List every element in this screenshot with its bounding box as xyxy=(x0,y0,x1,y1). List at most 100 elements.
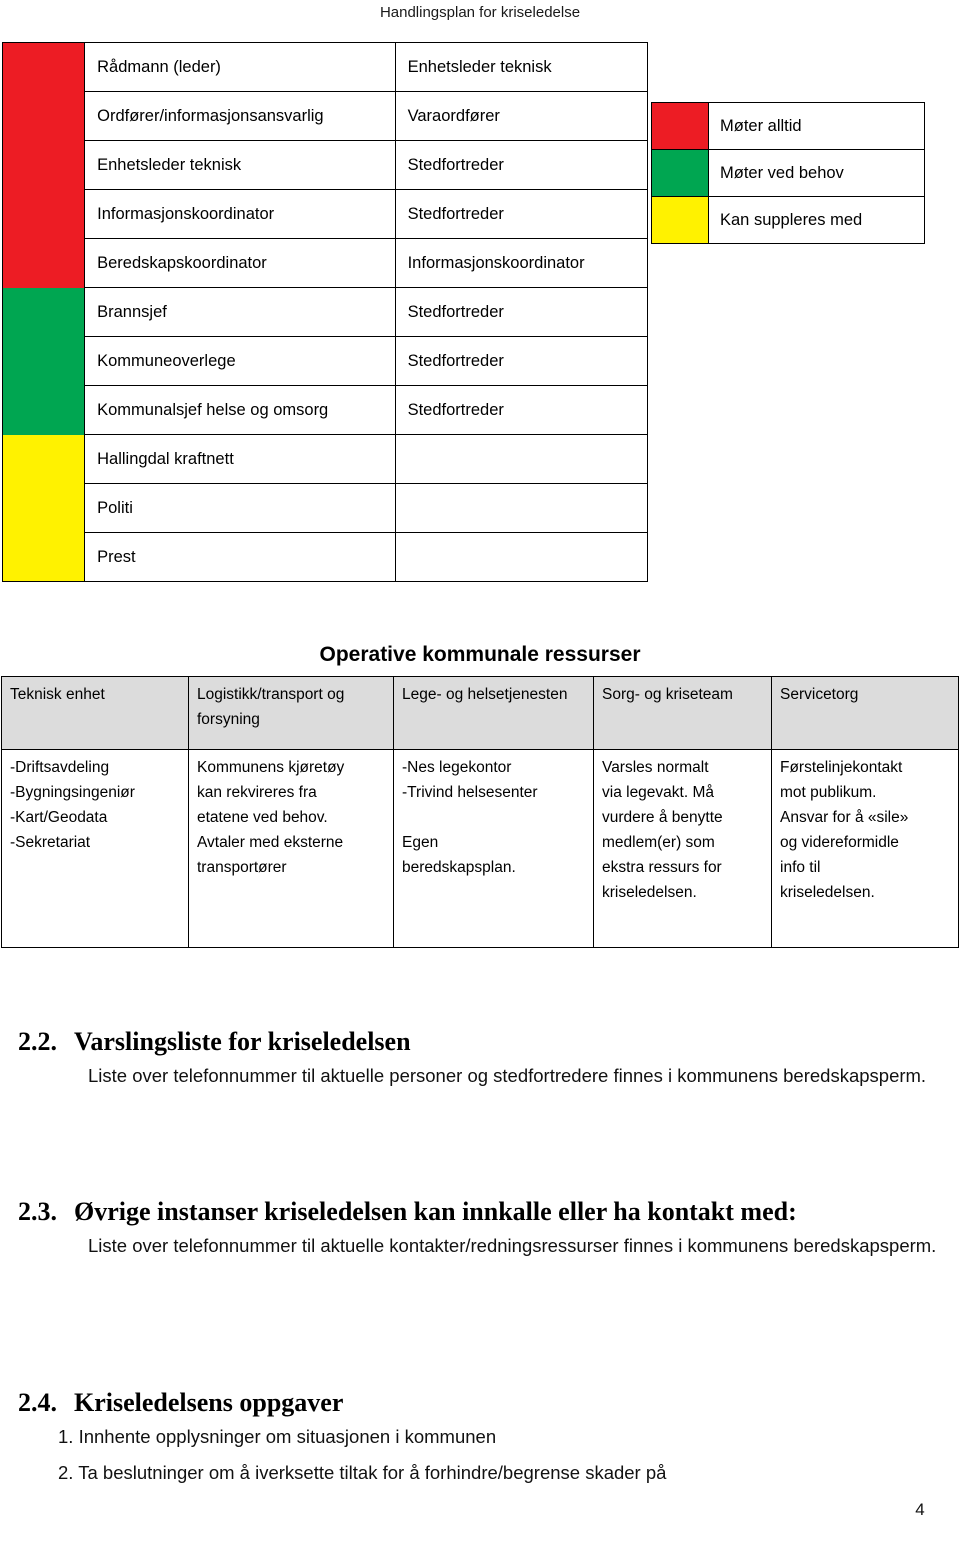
cell-line: og videreformidle xyxy=(780,834,899,851)
section-2-4: 2.4. Kriseledelsens oppgaver 1. Innhente … xyxy=(0,1387,960,1491)
ressurser-table-wrapper: Teknisk enhet Logistikk/transport og fors… xyxy=(1,676,959,948)
legend-table: Møter alltid Møter ved behov Kan suppleres… xyxy=(651,102,925,244)
cell-line: Varsles normalt xyxy=(602,759,709,776)
legend-row: Møter ved behov xyxy=(651,149,925,197)
deputy-cell xyxy=(394,532,649,582)
resource-cell: -Driftsavdeling -Bygningsingeniør -Kart/Ge… xyxy=(1,749,189,948)
deputy-cell: Stedfortreder xyxy=(394,336,649,386)
table-row: Informasjonskoordinator Stedfortreder xyxy=(1,189,649,239)
priority-swatch-red xyxy=(1,189,86,239)
ressurser-table: Teknisk enhet Logistikk/transport og fors… xyxy=(1,676,959,948)
cell-line: -Trivind helsesenter xyxy=(402,784,538,801)
table-row: Brannsjef Stedfortreder xyxy=(1,287,649,337)
cell-line: ekstra ressurs for xyxy=(602,859,722,876)
list-item: 1. Innhente opplysninger om situasjonen … xyxy=(58,1426,497,1447)
role-cell: Kommunalsjef helse og omsorg xyxy=(84,385,396,435)
legend-row: Kan suppleres med xyxy=(651,196,925,244)
deputy-cell xyxy=(394,483,649,533)
column-header: Servicetorg xyxy=(771,676,959,750)
priority-swatch-red xyxy=(1,238,86,288)
column-header: Sorg- og kriseteam xyxy=(593,676,772,750)
section-2-3: 2.3. Øvrige instanser kriseledelsen kan i… xyxy=(0,1196,960,1263)
section-2-2: 2.2. Varslingsliste for kriseledelsen Lis… xyxy=(0,1026,960,1093)
legend-swatch-yellow xyxy=(651,196,709,244)
cell-line: -Sekretariat xyxy=(10,834,91,851)
role-cell: Kommuneoverlege xyxy=(84,336,396,386)
ressurser-table-title: Operative kommunale ressurser xyxy=(319,643,641,666)
deputy-cell: Enhetsleder teknisk xyxy=(394,42,649,92)
role-cell: Informasjonskoordinator xyxy=(84,189,396,239)
legend-table-body: Møter alltid Møter ved behov Kan suppleres… xyxy=(651,102,925,244)
priority-swatch-red xyxy=(1,91,86,141)
section-2-3-body: Liste over telefonnummer til aktuelle ko… xyxy=(88,1235,937,1256)
ressurser-table-body: -Driftsavdeling -Bygningsingeniør -Kart/Ge… xyxy=(1,749,959,948)
section-2-2-heading: 2.2. Varslingsliste for kriseledelsen xyxy=(18,1026,960,1058)
role-cell: Rådmann (leder) xyxy=(84,42,396,92)
resource-cell: -Nes legekontor -Trivind helsesenter Egen b… xyxy=(393,749,594,948)
cell-line: medlem(er) som xyxy=(602,834,715,851)
cell-line: etatene ved behov. xyxy=(197,809,328,826)
section-2-4-list: 1. Innhente opplysninger om situasjonen … xyxy=(58,1419,960,1491)
list-item: 2. Ta beslutninger om å iverksette tilta… xyxy=(58,1462,667,1483)
legend-swatch-green xyxy=(651,149,709,197)
legend-label: Møter alltid xyxy=(708,102,925,150)
section-2-3-title: Øvrige instanser kriseledelsen kan innka… xyxy=(74,1197,797,1226)
cell-line: vurdere å benytte xyxy=(602,809,723,826)
deputy-cell: Informasjonskoordinator xyxy=(394,238,649,288)
legend-label: Møter ved behov xyxy=(708,149,925,197)
cell-line: kriseledelsen. xyxy=(602,884,697,901)
role-cell: Beredskapskoordinator xyxy=(84,238,396,288)
cell-line: -Kart/Geodata xyxy=(10,809,108,826)
cell-line: -Bygningsingeniør xyxy=(10,784,135,801)
cell-line: mot publikum. xyxy=(780,784,877,801)
cell-line: Kommunens kjøretøy xyxy=(197,759,345,776)
priority-swatch-yellow xyxy=(1,483,86,533)
section-2-4-title: Kriseledelsens oppgaver xyxy=(74,1388,344,1417)
table-row: Ordfører/informasjonsansvarlig Varaordfør… xyxy=(1,91,649,141)
cell-line: Avtaler med eksterne xyxy=(197,834,344,851)
role-cell: Prest xyxy=(84,532,396,582)
resource-cell: Førstelinjekontakt mot publikum. Ansvar fo… xyxy=(771,749,959,948)
kriseledelse-table-body: Rådmann (leder) Enhetsleder teknisk Ordfør… xyxy=(1,42,649,582)
table-row: Kommunalsjef helse og omsorg Stedfortrede… xyxy=(1,385,649,435)
role-cell: Enhetsleder teknisk xyxy=(84,140,396,190)
table-row: Hallingdal kraftnett xyxy=(1,434,649,484)
table-row: -Driftsavdeling -Bygningsingeniør -Kart/Ge… xyxy=(1,749,959,948)
legend-swatch-red xyxy=(651,102,709,150)
resource-cell: Varsles normalt via legevakt. Må vurdere å… xyxy=(593,749,772,948)
resource-cell: Kommunens kjøretøy kan rekvireres fra etat… xyxy=(188,749,394,948)
deputy-cell: Stedfortreder xyxy=(394,385,649,435)
column-header: Lege- og helsetjenesten xyxy=(393,676,594,750)
cell-line: kriseledelsen. xyxy=(780,884,875,901)
table-row: Politi xyxy=(1,483,649,533)
section-2-2-title: Varslingsliste for kriseledelsen xyxy=(74,1027,411,1056)
priority-swatch-yellow xyxy=(1,434,86,484)
deputy-cell: Stedfortreder xyxy=(394,287,649,337)
role-cell: Ordfører/informasjonsansvarlig xyxy=(84,91,396,141)
cell-line: Ansvar for å «sile» xyxy=(780,809,909,826)
cell-line: Førstelinjekontakt xyxy=(780,759,903,776)
legend-row: Møter alltid xyxy=(651,102,925,150)
cell-line: Egen xyxy=(402,834,439,851)
ressurser-header-row: Teknisk enhet Logistikk/transport og fors… xyxy=(1,676,959,750)
page-number: 4 xyxy=(915,1500,925,1519)
priority-swatch-green xyxy=(1,287,86,337)
section-2-4-number: 2.4. xyxy=(18,1388,57,1417)
role-cell: Politi xyxy=(84,483,396,533)
cell-line: transportører xyxy=(197,859,287,876)
role-cell: Hallingdal kraftnett xyxy=(84,434,396,484)
table-row: Enhetsleder teknisk Stedfortreder xyxy=(1,140,649,190)
cell-line: kan rekvireres fra xyxy=(197,784,317,801)
role-cell: Brannsjef xyxy=(84,287,396,337)
cell-line: info til xyxy=(780,859,821,876)
section-2-3-heading: 2.3. Øvrige instanser kriseledelsen kan i… xyxy=(18,1196,960,1228)
table-row: Beredskapskoordinator Informasjonskoordin… xyxy=(1,238,649,288)
priority-swatch-yellow xyxy=(1,532,86,582)
section-2-2-number: 2.2. xyxy=(18,1027,57,1056)
cell-line: beredskapsplan. xyxy=(402,859,516,876)
table-row: Rådmann (leder) Enhetsleder teknisk xyxy=(1,42,649,92)
legend-label: Kan suppleres med xyxy=(708,196,925,244)
deputy-cell xyxy=(394,434,649,484)
column-header: Logistikk/transport og forsyning xyxy=(188,676,394,750)
priority-swatch-red xyxy=(1,42,86,92)
